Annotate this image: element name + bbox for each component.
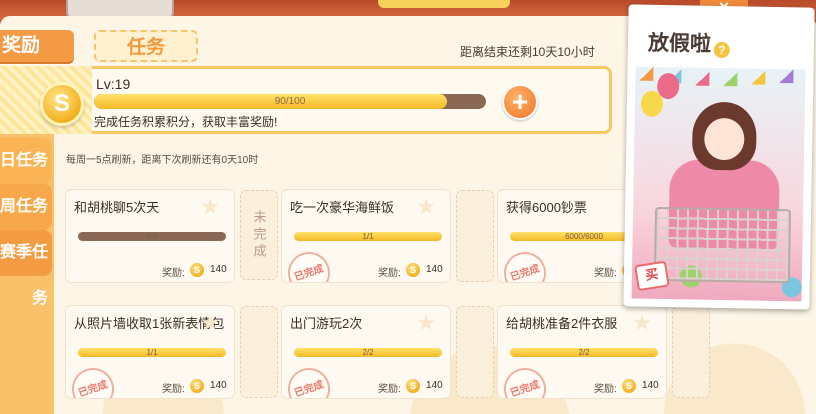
completed-stamp: 已完成	[498, 246, 552, 282]
task-title: 从照片墙收取1张新表情包	[74, 316, 225, 331]
task-side-slot	[456, 306, 494, 398]
task-side-slot	[456, 190, 494, 282]
task-card[interactable]: 从照片墙收取1张新表情包 1/1 奖励: S 140 已完成	[66, 306, 234, 398]
top-ribbon	[378, 0, 510, 8]
task-side-slot	[672, 306, 710, 398]
sidebar-item-daily[interactable]: 日任务	[0, 138, 52, 184]
incomplete-label: 未完成	[240, 190, 278, 280]
task-progress-text: 0/5	[146, 232, 158, 241]
coin-icon: S	[190, 263, 204, 277]
reward-label: 奖励:	[162, 384, 185, 395]
task-title: 和胡桃聊5次天	[74, 200, 160, 215]
coin-icon: S	[406, 379, 420, 393]
refresh-note: 每周一5点刷新，距离下次刷新还有0天10时	[66, 155, 259, 166]
help-icon[interactable]: ?	[713, 41, 731, 59]
reward-label: 奖励:	[594, 268, 617, 279]
sidebar-item-season[interactable]: 赛季任务	[0, 230, 52, 307]
coin-icon: S	[190, 379, 204, 393]
shopping-cart-icon	[653, 206, 792, 284]
level-description: 完成任务积累积分，获取丰富奖励!	[94, 115, 278, 129]
holiday-illustration: 买	[631, 66, 806, 302]
coin-icon: S	[406, 263, 420, 277]
holiday-event-card[interactable]: 放假啦 ? 买	[623, 4, 815, 310]
task-card[interactable]: 给胡桃准备2件衣服 2/2 奖励: S 140 已完成	[498, 306, 666, 398]
task-progress-text: 2/2	[362, 348, 374, 357]
task-title: 出门游玩2次	[290, 316, 363, 331]
task-card[interactable]: 和胡桃聊5次天 0/5 奖励: S 140	[66, 190, 234, 282]
coin-icon: S	[622, 379, 636, 393]
reward-label: 奖励:	[378, 384, 401, 395]
completed-stamp: 已完成	[282, 246, 336, 282]
reward-label: 奖励:	[594, 384, 617, 395]
tab-reward[interactable]: 奖励	[0, 30, 74, 62]
task-title: 给胡桃准备2件衣服	[506, 316, 618, 331]
completed-stamp: 已完成	[282, 362, 336, 398]
countdown-text: 距离结束还剩10天10小时	[460, 45, 595, 59]
task-progress-text: 1/1	[362, 232, 374, 241]
reward-label: 奖励:	[162, 268, 185, 279]
task-title: 获得6000钞票	[506, 200, 587, 215]
task-card[interactable]: 吃一次豪华海鲜饭 1/1 奖励: S 140 已完成	[282, 190, 450, 282]
reward-amount: 140	[210, 264, 227, 275]
reward-amount: 140	[426, 264, 443, 275]
level-progress-text: 90/100	[274, 96, 306, 107]
completed-stamp: 已完成	[66, 362, 120, 398]
reward-amount: 140	[210, 380, 227, 391]
tab-task[interactable]: 任务	[94, 30, 198, 62]
task-title: 吃一次豪华海鲜饭	[290, 200, 395, 215]
task-card[interactable]: 出门游玩2次 2/2 奖励: S 140 已完成	[282, 306, 450, 398]
reward-label: 奖励:	[378, 268, 401, 279]
level-label: Lv:19	[96, 76, 131, 92]
plus-icon[interactable]: +	[502, 84, 538, 120]
completed-stamp: 已完成	[498, 362, 552, 398]
task-side-slot	[240, 306, 278, 398]
balloon-icon	[657, 72, 680, 100]
task-progress-text: 1/1	[146, 348, 158, 357]
holiday-title: 放假啦	[647, 31, 712, 56]
buy-tag: 买	[634, 260, 670, 292]
reward-amount: 140	[642, 380, 659, 391]
sidebar-item-weekly[interactable]: 周任务	[0, 184, 52, 230]
points-coin-icon: S	[40, 82, 84, 126]
task-progress-text: 2/2	[578, 348, 590, 357]
reward-amount: 140	[426, 380, 443, 391]
